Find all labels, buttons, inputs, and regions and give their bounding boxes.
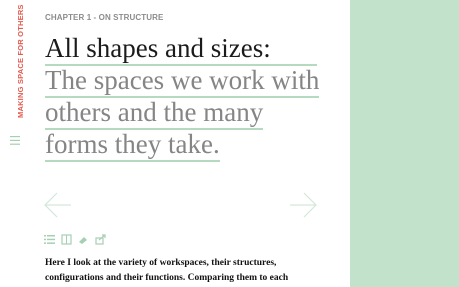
chapter-label: CHAPTER 1 - ON STRUCTURE xyxy=(45,13,164,22)
chapter-intro-text: Here I look at the variety of workspaces… xyxy=(45,256,320,286)
arrow-right-icon[interactable] xyxy=(289,192,317,218)
title-sub-line: forms they take. xyxy=(45,130,220,162)
green-side-panel xyxy=(350,0,459,287)
title-main-line: All shapes and sizes: xyxy=(45,34,317,66)
reader-toolbar xyxy=(44,231,106,245)
body-line: configurations and their functions. Comp… xyxy=(45,273,289,283)
share-icon[interactable] xyxy=(95,232,106,245)
title-sub-line: The spaces we work with xyxy=(45,66,320,98)
title-sub-line: others and the many xyxy=(45,98,264,130)
book-title-vertical: MAKING SPACE FOR OTHERS xyxy=(16,4,25,118)
hamburger-menu-icon[interactable] xyxy=(10,136,20,145)
arrow-left-icon[interactable] xyxy=(44,192,72,218)
highlight-icon[interactable] xyxy=(78,232,89,244)
chapter-title: All shapes and sizes: The spaces we work… xyxy=(45,34,325,162)
book-icon[interactable] xyxy=(61,232,72,245)
list-icon[interactable] xyxy=(44,232,55,244)
reader-page: MAKING SPACE FOR OTHERS CHAPTER 1 - ON S… xyxy=(0,0,459,287)
body-line: Here I look at the variety of workspaces… xyxy=(45,258,277,268)
